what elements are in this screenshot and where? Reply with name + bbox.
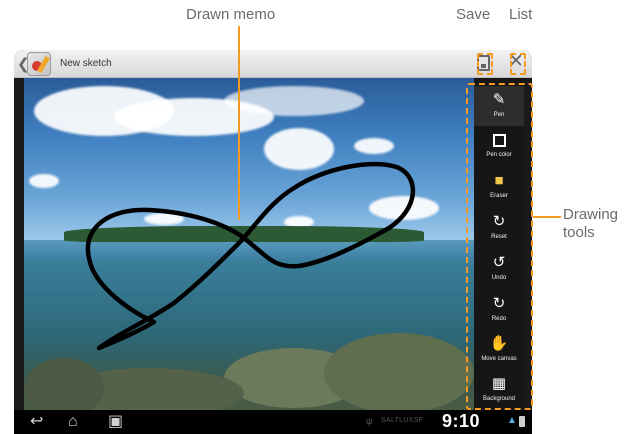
system-nav-bar: ↩ ⌂ ▣ ψ SALTLUXSF 9:10 ▲ xyxy=(14,410,532,434)
usb-icon: ψ xyxy=(366,416,373,426)
battery-icon xyxy=(519,416,525,427)
drawing-tools-leader xyxy=(533,216,561,218)
back-arrow-icon[interactable]: ↩ xyxy=(30,413,43,431)
tablet-screen: ❮ New sketch ✕ ✎ Pen Pen color ■ Eraser … xyxy=(14,50,532,434)
drawn-memo-stroke xyxy=(85,161,416,351)
drawn-memo-callout: Drawn memo xyxy=(186,6,276,23)
drawing-tools-highlight xyxy=(466,83,533,410)
page-title: New sketch xyxy=(60,58,112,69)
title-bar: ❮ New sketch ✕ xyxy=(14,50,532,78)
recent-apps-icon[interactable]: ▣ xyxy=(108,413,123,431)
list-highlight xyxy=(510,53,526,75)
status-clock: 9:10 xyxy=(442,411,481,431)
signal-icon: ▲ xyxy=(507,415,517,426)
drawing-canvas[interactable] xyxy=(24,78,474,410)
drawn-memo-leader xyxy=(238,26,240,220)
sketch-memo-app-icon xyxy=(27,52,51,76)
drawing-tools-callout: Drawing tools xyxy=(563,206,619,241)
save-highlight xyxy=(477,53,493,75)
save-callout: Save xyxy=(456,6,491,23)
carrier-name: SALTLUXSF xyxy=(381,417,424,424)
list-callout: List xyxy=(509,6,533,23)
home-icon[interactable]: ⌂ xyxy=(68,413,78,431)
